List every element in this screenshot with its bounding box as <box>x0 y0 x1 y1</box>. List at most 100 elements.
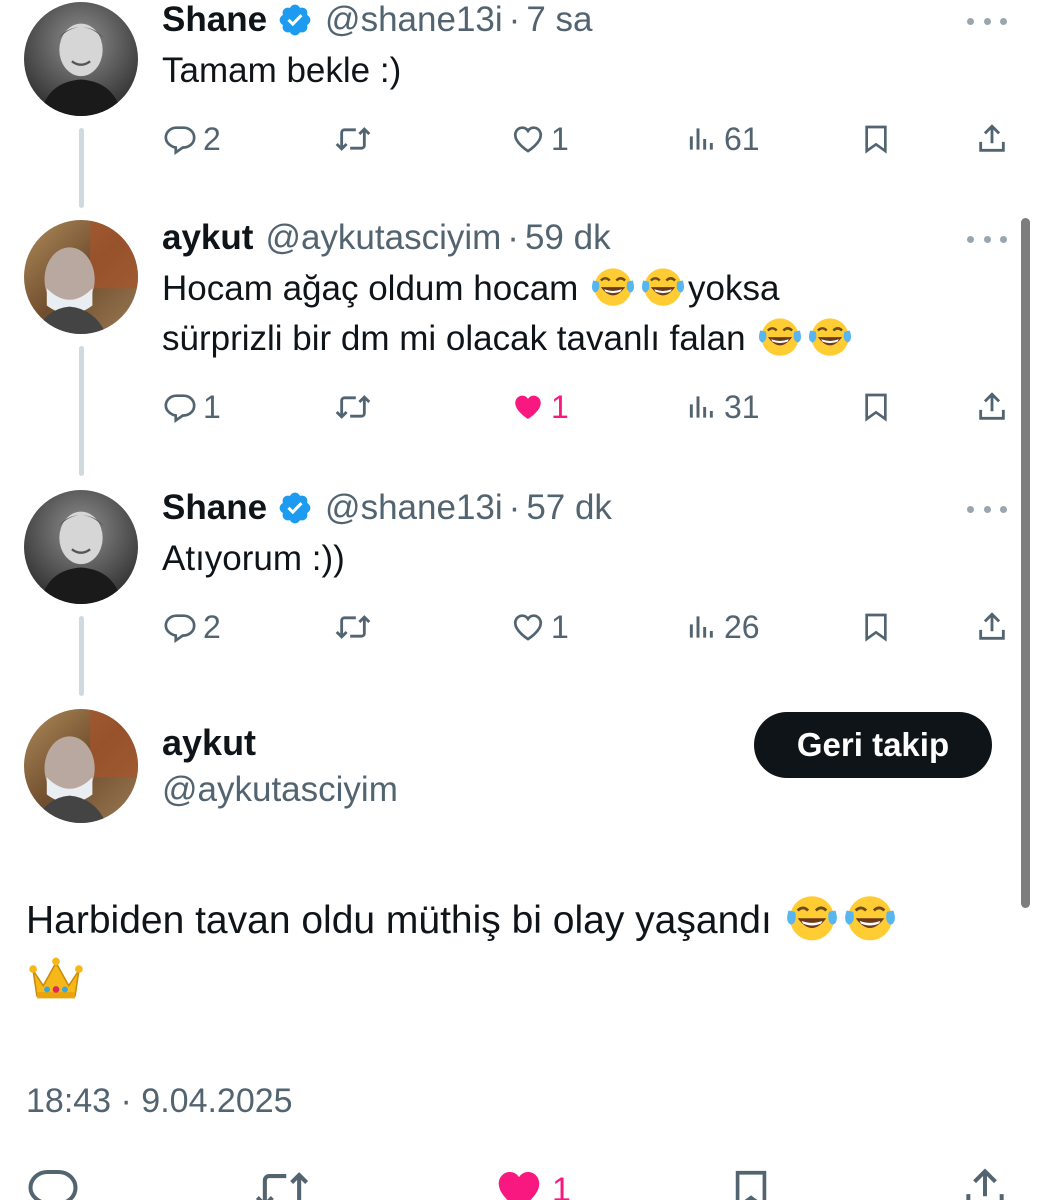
reply-icon <box>164 126 196 156</box>
share-button[interactable] <box>975 385 1009 429</box>
share-icon <box>979 124 1005 152</box>
like-button[interactable]: 1 <box>511 605 569 649</box>
reply-icon <box>164 614 196 644</box>
retweet-button[interactable] <box>333 117 373 161</box>
more-options-icon[interactable] <box>967 6 1007 36</box>
author-name[interactable]: Shane <box>162 488 267 528</box>
crown-emoji <box>28 952 84 1004</box>
verified-badge-icon <box>277 490 313 526</box>
timestamp[interactable]: 57 dk <box>526 488 612 528</box>
more-options-icon[interactable] <box>967 494 1007 524</box>
like-count: 1 <box>551 389 569 425</box>
thread-tweet: Shane @shane13i · 7 sa Tamam bekle :) 2 … <box>0 0 1039 200</box>
reply-icon <box>28 1169 78 1200</box>
action-bar: 1 1 31 <box>0 385 1039 429</box>
retweet-icon <box>335 615 371 639</box>
bookmark-button[interactable] <box>860 605 892 649</box>
reply-icon <box>164 394 196 424</box>
avatar[interactable] <box>24 490 138 604</box>
share-button[interactable] <box>975 605 1009 649</box>
action-bar: 2 1 61 <box>0 117 1039 161</box>
tweet-text: Atıyorum :)) <box>162 539 345 578</box>
face-with-tears-of-joy-emoji <box>641 264 685 308</box>
tweet-text: Hocam ağaç oldum hocam yoksa sürprizli b… <box>162 264 1002 364</box>
like-button[interactable]: 1 <box>511 117 569 161</box>
thread-tweet: aykut @aykutasciyim · 59 dk Hocam ağaç o… <box>0 218 1039 458</box>
author-handle[interactable]: @shane13i <box>325 488 503 528</box>
follow-back-button[interactable]: Geri takip <box>754 712 992 778</box>
bookmark-icon <box>865 613 887 642</box>
retweet-button[interactable] <box>333 605 373 649</box>
heart-icon <box>513 126 543 153</box>
face-with-tears-of-joy-emoji <box>844 891 896 943</box>
more-options-icon[interactable] <box>967 224 1007 254</box>
views-icon <box>689 396 713 418</box>
timestamp[interactable]: 59 dk <box>525 218 611 258</box>
avatar[interactable] <box>24 709 138 823</box>
views-count: 61 <box>724 121 760 157</box>
tweet-thread-page: Shane @shane13i · 7 sa Tamam bekle :) 2 … <box>0 0 1039 1200</box>
reply-button[interactable]: 2 <box>163 117 221 161</box>
tweet-header: Shane @shane13i · 57 dk <box>162 488 612 528</box>
like-button[interactable]: 1 <box>511 385 569 429</box>
retweet-button[interactable] <box>252 1160 312 1200</box>
share-icon <box>966 1168 1004 1200</box>
bookmark-icon <box>865 125 887 154</box>
separator: · <box>508 488 521 527</box>
share-button[interactable] <box>975 117 1009 161</box>
avatar[interactable] <box>24 2 138 116</box>
share-icon <box>979 392 1005 420</box>
like-count: 1 <box>552 1171 571 1200</box>
face-with-tears-of-joy-emoji <box>591 264 635 308</box>
author-handle[interactable]: @shane13i <box>325 0 503 40</box>
reply-button[interactable] <box>26 1160 80 1200</box>
like-count: 1 <box>551 609 569 645</box>
reply-count: 2 <box>203 609 221 645</box>
separator: · <box>508 0 521 39</box>
views-button[interactable]: 31 <box>686 385 760 429</box>
views-button[interactable]: 26 <box>686 605 760 649</box>
bookmark-icon <box>735 1170 767 1200</box>
reply-count: 2 <box>203 121 221 157</box>
retweet-button[interactable] <box>333 385 373 429</box>
views-icon <box>689 616 713 638</box>
face-with-tears-of-joy-emoji <box>758 314 802 358</box>
author-name[interactable]: aykut <box>162 218 253 258</box>
retweet-icon <box>335 395 371 419</box>
author-handle[interactable]: @aykutasciyim <box>265 218 501 258</box>
verified-badge-icon <box>277 2 313 38</box>
thread-tweet: Shane @shane13i · 57 dk Atıyorum :)) 2 1 <box>0 488 1039 688</box>
author-handle[interactable]: @aykutasciyim <box>162 770 398 810</box>
heart-icon <box>515 395 541 420</box>
views-icon <box>689 128 713 150</box>
face-with-tears-of-joy-emoji <box>808 314 852 358</box>
main-action-bar: 1 <box>0 1160 1039 1200</box>
share-button[interactable] <box>960 1160 1010 1200</box>
bookmark-button[interactable] <box>860 117 892 161</box>
avatar[interactable] <box>24 220 138 334</box>
retweet-icon <box>335 127 371 151</box>
separator: · <box>507 218 519 257</box>
author-name[interactable]: Shane <box>162 0 267 40</box>
tweet-header: aykut @aykutasciyim · 59 dk <box>162 218 611 258</box>
tweet-timestamp[interactable]: 18:43 · 9.04.2025 <box>26 1082 293 1121</box>
tweet-text-line: Hocam ağaç oldum hocam <box>162 269 589 308</box>
reply-button[interactable]: 2 <box>163 605 221 649</box>
heart-icon <box>498 1172 540 1200</box>
reply-button[interactable]: 1 <box>163 385 221 429</box>
author-name[interactable]: aykut <box>162 722 256 764</box>
like-button[interactable]: 1 <box>492 1160 571 1200</box>
views-count: 31 <box>724 389 760 425</box>
like-count: 1 <box>551 121 569 157</box>
action-bar: 2 1 26 <box>0 605 1039 649</box>
tweet-text-tail: yoksa <box>688 269 780 308</box>
bookmark-button[interactable] <box>728 1160 774 1200</box>
scrollbar[interactable] <box>1021 218 1030 908</box>
views-button[interactable]: 61 <box>686 117 760 161</box>
timestamp[interactable]: 7 sa <box>526 0 592 40</box>
views-count: 26 <box>724 609 760 645</box>
bookmark-button[interactable] <box>860 385 892 429</box>
tweet-text-line: sürprizli bir dm mi olacak tavanlı falan <box>162 319 756 358</box>
main-tweet-text-line: Harbiden tavan oldu müthiş bi olay yaşan… <box>26 899 783 942</box>
tweet-text: Tamam bekle :) <box>162 51 402 90</box>
